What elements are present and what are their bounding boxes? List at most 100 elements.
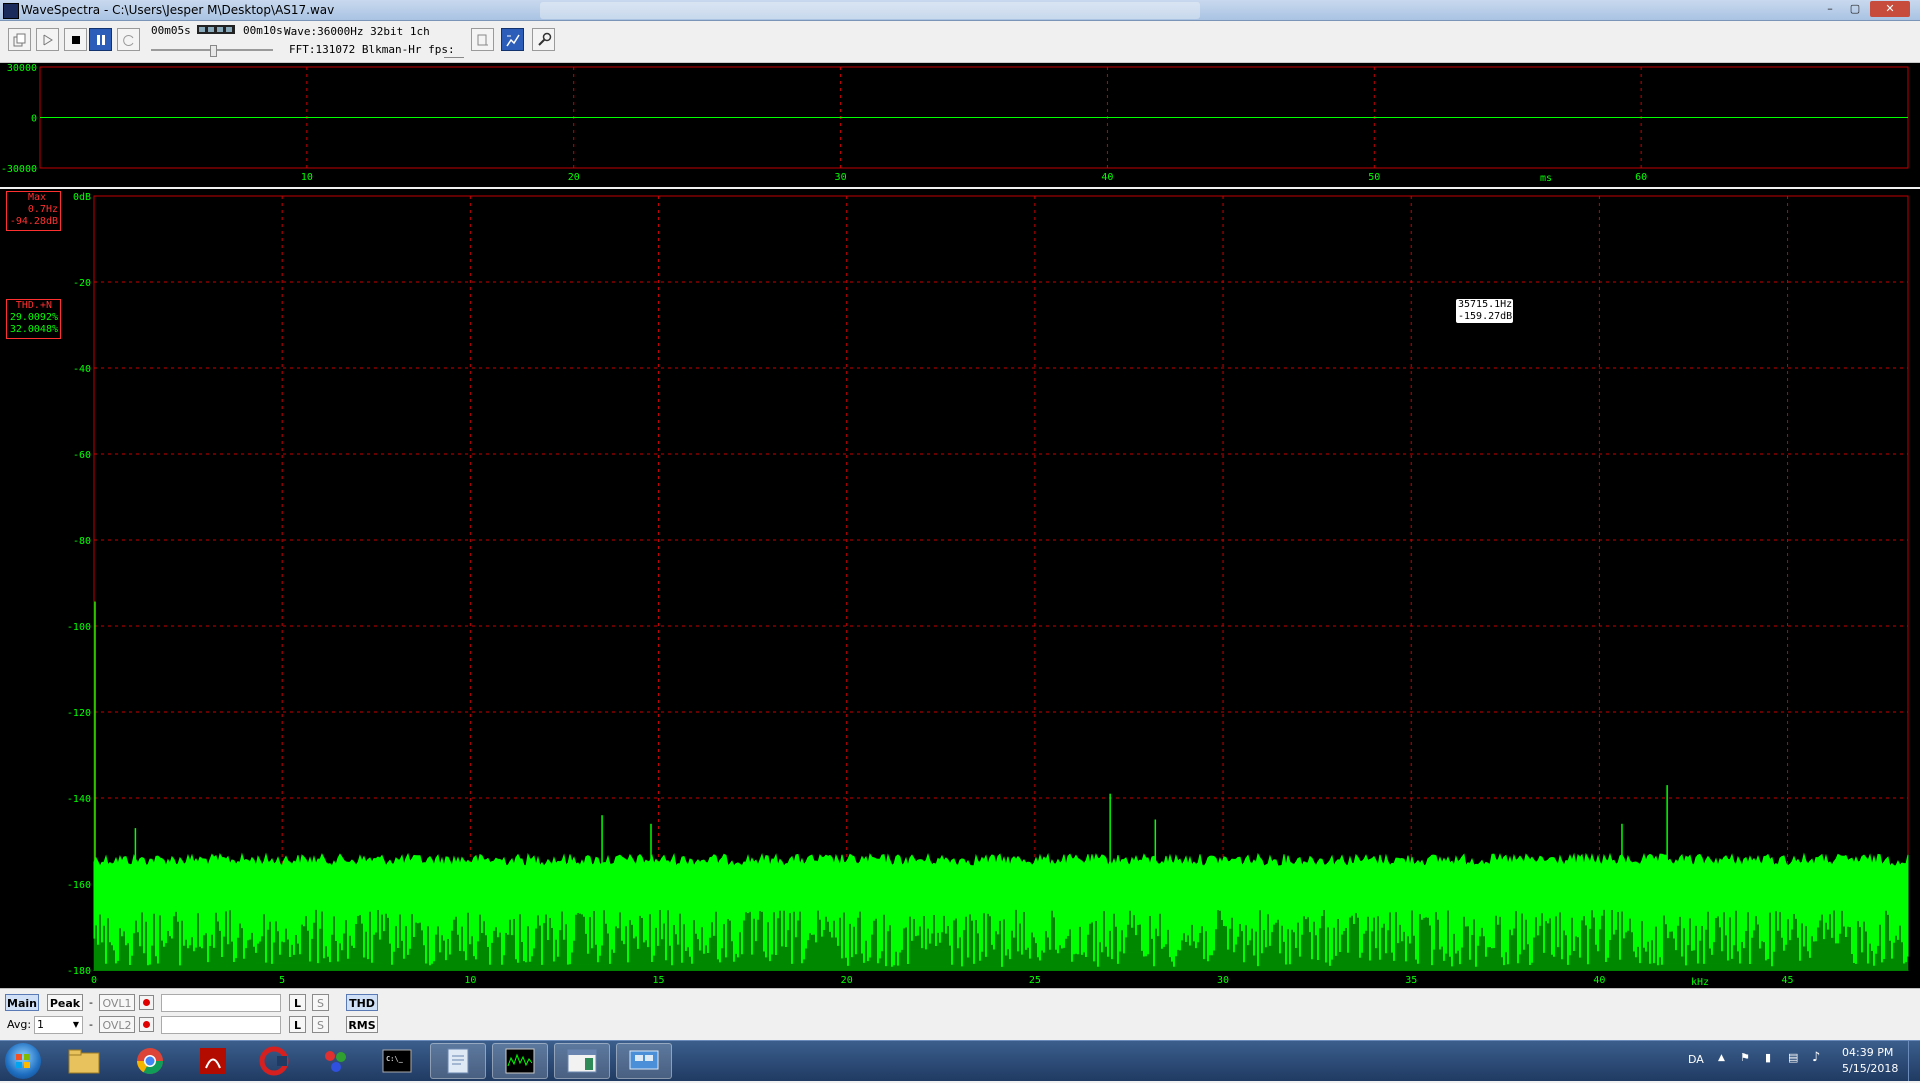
settings-button[interactable] bbox=[532, 28, 555, 51]
record-ch2-button[interactable] bbox=[139, 1017, 154, 1032]
spectrum-x-tick-label: 10 bbox=[464, 975, 476, 986]
volume-icon[interactable]: ♪ bbox=[1812, 1050, 1820, 1065]
waveform-x-tick-label: 10 bbox=[301, 172, 313, 183]
copy-icon bbox=[13, 33, 25, 46]
dash-separator-1: - bbox=[89, 996, 93, 1009]
maximize-button[interactable]: ▢ bbox=[1843, 1, 1867, 17]
start-button[interactable] bbox=[5, 1043, 41, 1079]
chrome-icon bbox=[136, 1048, 164, 1075]
hz-scale-icon bbox=[505, 34, 520, 46]
network-icon[interactable]: ▤ bbox=[1788, 1051, 1798, 1064]
hz-scale-button[interactable] bbox=[501, 28, 524, 51]
paint-icon bbox=[325, 1051, 346, 1072]
spectrum-x-tick-label: 30 bbox=[1217, 975, 1229, 986]
spectrum-x-tick-label: 45 bbox=[1782, 975, 1794, 986]
window-title: WaveSpectra - C:\Users\Jesper M\Desktop\… bbox=[21, 3, 335, 17]
copy-button[interactable] bbox=[8, 28, 31, 51]
taskbar-paint[interactable] bbox=[308, 1043, 364, 1079]
waveform-x-unit-label: ms bbox=[1540, 173, 1552, 184]
waveform-x-tick-label: 60 bbox=[1635, 172, 1647, 183]
spectrum-y-tick-label: -60 bbox=[73, 450, 91, 461]
transport-mini-icon bbox=[197, 25, 235, 34]
cursor-freq: 35715.1Hz bbox=[1458, 299, 1513, 310]
play-button[interactable] bbox=[36, 28, 59, 51]
taskbar-explorer[interactable] bbox=[56, 1043, 112, 1079]
avg-select[interactable]: 1 ▼ bbox=[34, 1016, 83, 1034]
action-center-flag-icon[interactable]: ⚑ bbox=[1740, 1051, 1750, 1064]
ch1-level-field bbox=[161, 994, 281, 1012]
taskbar-remote[interactable] bbox=[616, 1043, 672, 1079]
document-icon bbox=[447, 1048, 469, 1074]
ch1-l-button[interactable]: L bbox=[289, 994, 306, 1011]
thd-readout-box: THD.+N 29.0092% 32.0048% bbox=[6, 299, 61, 339]
waveform-chart[interactable]: 10 20 30 40 50 60 ms 30000 0 -30000 bbox=[0, 63, 1920, 187]
spectrum-y-tick-label: -160 bbox=[67, 880, 91, 891]
thd-button[interactable]: THD bbox=[346, 994, 378, 1011]
waveform-panel: 10 20 30 40 50 60 ms 30000 0 -30000 bbox=[0, 63, 1920, 187]
rms-button[interactable]: RMS bbox=[346, 1016, 378, 1033]
repeat-button[interactable] bbox=[117, 28, 140, 51]
show-hidden-icons-icon[interactable]: ▲ bbox=[1718, 1053, 1725, 1063]
ovl1-indicator: OVL1 bbox=[99, 994, 135, 1011]
stop-button[interactable] bbox=[64, 28, 87, 51]
ovl2-indicator: OVL2 bbox=[99, 1016, 135, 1033]
ccleaner-icon bbox=[259, 1046, 289, 1076]
spectrum-x-tick-label: 5 bbox=[279, 975, 285, 986]
spectrum-plot-frame bbox=[93, 195, 1909, 971]
language-indicator[interactable]: DA bbox=[1688, 1053, 1704, 1066]
cursor-readout-tooltip: 35715.1Hz -159.27dB bbox=[1455, 298, 1514, 324]
remote-desktop-icon bbox=[629, 1050, 659, 1070]
max-readout-box: Max 0.7Hz -94.28dB bbox=[6, 191, 61, 231]
ch1-s-button[interactable]: S bbox=[312, 994, 329, 1011]
ch2-level-field bbox=[161, 1016, 281, 1034]
close-button[interactable]: ✕ bbox=[1870, 1, 1910, 17]
waveform-x-tick-label: 50 bbox=[1368, 172, 1380, 183]
time-start-label: 00m05s bbox=[151, 24, 191, 37]
clock-time[interactable]: 04:39 PM bbox=[1842, 1046, 1893, 1059]
waveform-x-tick-label: 40 bbox=[1101, 172, 1113, 183]
taskbar-ccleaner[interactable] bbox=[246, 1043, 302, 1079]
spectrum-y-tick-label: -20 bbox=[73, 278, 91, 289]
show-desktop-button[interactable] bbox=[1908, 1041, 1920, 1081]
waveform-y-tick-label: 30000 bbox=[7, 63, 37, 74]
main-button[interactable]: Main bbox=[5, 994, 39, 1011]
spectrum-y-tick-label: -180 bbox=[67, 966, 91, 977]
spectrum-x-tick-label: 0 bbox=[91, 975, 97, 986]
terminal-icon: C:\_ bbox=[382, 1049, 412, 1073]
windows-taskbar: C:\_ DA ▲ ⚑ ▮ ▤ ♪ 04:39 PM 5/15/2018 bbox=[0, 1040, 1920, 1081]
taskbar-wavespectra[interactable] bbox=[492, 1043, 548, 1079]
thd-value-2: 32.0048% bbox=[9, 324, 58, 335]
fft-info: FFT:131072 Blkman-Hr fps: bbox=[289, 43, 455, 56]
waveform-x-tick-label: 30 bbox=[835, 172, 847, 183]
taskbar-cmd[interactable]: C:\_ bbox=[369, 1043, 425, 1079]
ch2-l-button[interactable]: L bbox=[289, 1016, 306, 1033]
taskbar-acrobat[interactable] bbox=[185, 1043, 241, 1079]
spectrum-y-tick-label: -40 bbox=[73, 364, 91, 375]
ch2-s-button[interactable]: S bbox=[312, 1016, 329, 1033]
spectrum-chart[interactable]: 0dB -20 -40 -60 -80 -100 -120 -140 -160 -1800 5 10 1… bbox=[0, 189, 1920, 988]
bottom-control-bar: Main Peak - OVL1 L S THD Avg: 1 ▼ - OVL2… bbox=[0, 988, 1920, 1041]
position-slider-thumb[interactable] bbox=[210, 45, 217, 57]
avg-select-value: 1 bbox=[37, 1018, 44, 1031]
peak-button[interactable]: Peak bbox=[47, 994, 83, 1011]
spectrum-y-tick-label: -120 bbox=[67, 708, 91, 719]
record-monitor-button[interactable] bbox=[471, 28, 494, 51]
record-ch1-button[interactable] bbox=[139, 995, 154, 1010]
window-icon bbox=[567, 1049, 597, 1073]
stop-icon bbox=[71, 35, 80, 44]
taskbar-window-app[interactable] bbox=[554, 1043, 610, 1079]
wavespectra-icon bbox=[505, 1048, 535, 1074]
title-bar: WaveSpectra - C:\Users\Jesper M\Desktop\… bbox=[0, 0, 1920, 21]
spectrum-x-tick-label: 20 bbox=[841, 975, 853, 986]
minimize-button[interactable]: – bbox=[1818, 1, 1842, 17]
max-freq: 0.7Hz bbox=[27, 204, 58, 215]
usb-device-icon[interactable]: ▮ bbox=[1765, 1051, 1771, 1064]
spectrum-y-tick-label: -80 bbox=[73, 536, 91, 547]
taskbar-notepad[interactable] bbox=[430, 1043, 486, 1079]
toolbar: 00m05s 00m10s Wave:36000Hz 32bit 1ch FFT… bbox=[0, 21, 1920, 63]
thd-value-1: 29.0092% bbox=[9, 312, 58, 323]
spectrum-x-tick-label: 40 bbox=[1593, 975, 1605, 986]
taskbar-chrome[interactable] bbox=[122, 1043, 178, 1079]
clock-date[interactable]: 5/15/2018 bbox=[1842, 1062, 1898, 1075]
pause-button[interactable] bbox=[89, 28, 112, 51]
